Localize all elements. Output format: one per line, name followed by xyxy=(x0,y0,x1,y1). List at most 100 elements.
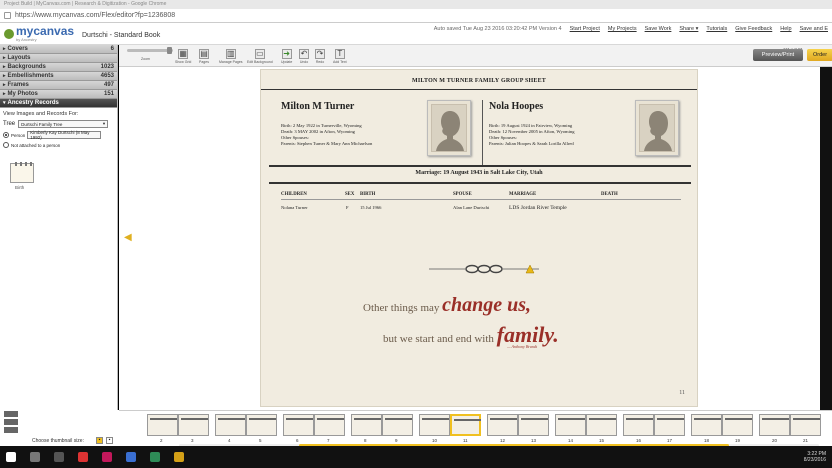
app-icon[interactable] xyxy=(150,452,160,462)
sidebar-item-my-photos[interactable]: ▸ My Photos 151 xyxy=(0,90,117,99)
share-link[interactable]: Share ▾ xyxy=(679,26,698,32)
ornament-divider-icon[interactable] xyxy=(429,263,539,275)
large-thumb-button[interactable]: ▪ xyxy=(106,437,113,444)
tree-select[interactable]: Durtschi Family Tree ▾ xyxy=(18,120,109,128)
person-label: Person xyxy=(11,132,26,138)
update-button[interactable]: ➜ Update xyxy=(281,49,292,64)
right-edge xyxy=(820,67,832,410)
page-thumbnail[interactable] xyxy=(518,414,549,436)
undo-button[interactable]: ↶ Undo xyxy=(299,49,309,64)
child-spouse[interactable]: Alan Lane Durtschi xyxy=(453,205,489,210)
zoom-slider[interactable] xyxy=(127,47,173,54)
folder-icon[interactable] xyxy=(174,452,184,462)
sidebar-item-backgrounds[interactable]: ▸ Backgrounds 1023 xyxy=(0,63,117,72)
sidebar-item-layouts[interactable]: ▸ Layouts xyxy=(0,54,117,63)
husband-info[interactable]: Birth: 2 May 1922 in Turnerville, Wyomin… xyxy=(281,123,372,147)
page-thumbnail[interactable] xyxy=(623,414,654,436)
child-birth[interactable]: 15 Jul 1966 xyxy=(360,205,381,210)
sidebar-item-frames[interactable]: ▸ Frames 497 xyxy=(0,81,117,90)
save-work-link[interactable]: Save Work xyxy=(645,26,672,32)
birth-record-icon[interactable] xyxy=(10,162,34,183)
page-thumbnail[interactable] xyxy=(382,414,413,436)
search-icon[interactable] xyxy=(30,452,40,462)
page-number-label: 10 xyxy=(432,438,438,443)
edit-background-label: Edit Background xyxy=(247,60,273,64)
book-page[interactable]: MILTON M TURNER FAMILY GROUP SHEET Milto… xyxy=(260,69,698,407)
pages-button[interactable]: ▤ Pages xyxy=(199,49,209,64)
filmstrip-view-icons[interactable] xyxy=(4,411,18,433)
url-text[interactable]: https://www.mycanvas.com/Flex/editor?fp=… xyxy=(15,12,175,19)
person-select[interactable]: Kimberly Kay Durtschi (8 May 1992) xyxy=(27,130,102,140)
start-icon[interactable] xyxy=(6,452,16,462)
page-thumbnail[interactable] xyxy=(147,414,178,436)
zoom-slider-knob[interactable] xyxy=(167,47,172,54)
address-bar[interactable]: https://www.mycanvas.com/Flex/editor?fp=… xyxy=(0,9,832,23)
wife-photo-frame[interactable] xyxy=(635,100,679,156)
redo-button[interactable]: ↷ Redo xyxy=(315,49,325,64)
start-project-link[interactable]: Start Project xyxy=(570,26,600,32)
sidebar-item-covers[interactable]: ▸ Covers 6 xyxy=(0,45,117,54)
sidebar-item-label: Embellishments xyxy=(7,73,54,79)
thumbnail-preview xyxy=(454,419,481,421)
page-thumbnail[interactable] xyxy=(759,414,790,436)
editor-toolbar: Zoom ▦ Show Grid ▤ Pages ▥ Manage Pages ▭ Ed… xyxy=(119,45,832,67)
child-name[interactable]: Nolana Turner xyxy=(281,205,308,210)
quote-author[interactable]: — Anthony Brandt xyxy=(507,344,537,349)
page-thumbnail[interactable] xyxy=(314,414,345,436)
page-thumbnail[interactable] xyxy=(450,414,481,436)
page-thumbnail[interactable] xyxy=(586,414,617,436)
page-thumbnail[interactable] xyxy=(283,414,314,436)
wife-info[interactable]: Birth: 19 August 1924 in Fairview, Wyomi… xyxy=(489,123,575,147)
add-text-button[interactable]: T Add Text xyxy=(333,49,347,64)
save-and-exit-link[interactable]: Save and E xyxy=(800,26,828,32)
col-birth: BIRTH xyxy=(360,192,376,197)
chrome-icon[interactable] xyxy=(78,452,88,462)
marriage-info[interactable]: Marriage: 19 August 1943 in Salt Lake Ci… xyxy=(261,170,697,176)
small-thumb-button[interactable]: ▪ xyxy=(96,437,103,444)
child-marriage[interactable]: LDS Jordan River Temple xyxy=(509,205,567,211)
sidebar-item-label: Ancestry Records xyxy=(7,100,59,106)
not-attached-radio[interactable]: Not attached to a person xyxy=(3,142,114,148)
page-number-label: 21 xyxy=(803,438,809,443)
sidebar-item-ancestry-records[interactable]: ▾ Ancestry Records xyxy=(0,99,117,108)
sidebar-item-label: Backgrounds xyxy=(7,64,46,70)
page-thumbnail[interactable] xyxy=(691,414,722,436)
show-grid-button[interactable]: ▦ Show Grid xyxy=(175,49,191,64)
husband-photo-frame[interactable] xyxy=(427,100,471,156)
give-feedback-link[interactable]: Give Feedback xyxy=(735,26,772,32)
system-clock[interactable]: 3:22 PM 8/23/2016 xyxy=(804,451,826,463)
person-radio[interactable]: Person Kimberly Kay Durtschi (8 May 1992… xyxy=(3,130,114,140)
manage-pages-button[interactable]: ▥ Manage Pages xyxy=(219,49,243,64)
previous-page-arrow-icon[interactable]: ◀ xyxy=(124,232,132,243)
husband-name[interactable]: Milton M Turner xyxy=(281,101,354,112)
task-view-icon[interactable] xyxy=(54,452,64,462)
sidebar-item-embellishments[interactable]: ▸ Embellishments 4653 xyxy=(0,72,117,81)
help-link[interactable]: Help xyxy=(780,26,791,32)
page-thumbnail[interactable] xyxy=(555,414,586,436)
tutorials-link[interactable]: Tutorials xyxy=(706,26,727,32)
page-thumbnail[interactable] xyxy=(419,414,450,436)
thumbnail-preview xyxy=(589,418,616,420)
edit-background-button[interactable]: ▭ Edit Background xyxy=(247,49,273,64)
pages-label: Pages xyxy=(199,60,209,64)
quote-text: Other things may xyxy=(363,302,443,314)
page-thumbnail[interactable] xyxy=(722,414,753,436)
app-icon[interactable] xyxy=(102,452,112,462)
page-thumbnail[interactable] xyxy=(215,414,246,436)
quote-line-1[interactable]: Other things may change us, xyxy=(363,294,531,317)
app-icon[interactable] xyxy=(126,452,136,462)
preview-print-button[interactable]: Preview/Print xyxy=(753,49,803,61)
page-thumbnail[interactable] xyxy=(790,414,821,436)
page-thumbnail[interactable] xyxy=(654,414,685,436)
order-button[interactable]: Order xyxy=(807,49,832,61)
mycanvas-logo[interactable]: mycanvas by Ancestry xyxy=(4,25,74,42)
page-header[interactable]: MILTON M TURNER FAMILY GROUP SHEET xyxy=(261,72,697,90)
child-sex[interactable]: F xyxy=(346,205,349,210)
my-projects-link[interactable]: My Projects xyxy=(608,26,637,32)
page-thumbnail[interactable] xyxy=(178,414,209,436)
page-thumbnail[interactable] xyxy=(351,414,382,436)
page-thumbnail[interactable] xyxy=(246,414,277,436)
wife-name[interactable]: Nola Hoopes xyxy=(489,101,543,112)
person-value: Kimberly Kay Durtschi (8 May 1992) xyxy=(30,130,90,140)
page-thumbnail[interactable] xyxy=(487,414,518,436)
